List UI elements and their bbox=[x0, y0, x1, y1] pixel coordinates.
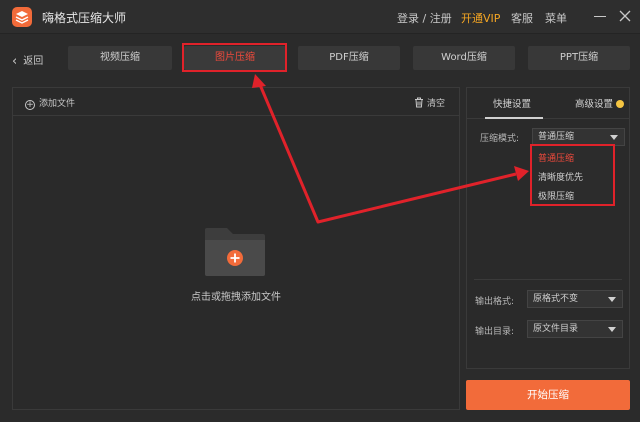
chevron-left-icon: ‹ bbox=[12, 54, 18, 69]
mode-select-value: 普通压缩 bbox=[538, 132, 575, 142]
caret-down-icon bbox=[610, 135, 618, 140]
drop-hint-text: 点击或拖拽添加文件 bbox=[191, 292, 281, 303]
vip-badge-icon bbox=[616, 100, 625, 108]
start-compress-button[interactable]: 开始压缩 bbox=[466, 380, 630, 410]
directory-label: 输出目录: bbox=[475, 327, 515, 337]
add-file-button[interactable]: + 添加文件 bbox=[25, 96, 75, 110]
file-drop-panel[interactable]: + 添加文件 清空 点击或拖拽添加文件 bbox=[12, 87, 460, 410]
file-panel-header: + 添加文件 清空 bbox=[13, 88, 459, 116]
dropdown-highlight-box bbox=[530, 144, 615, 206]
settings-divider bbox=[474, 279, 622, 280]
back-label: 返回 bbox=[23, 56, 44, 67]
add-folder-icon[interactable] bbox=[203, 226, 267, 278]
login-register-link[interactable]: 登录 / 注册 bbox=[397, 10, 452, 26]
caret-down-icon bbox=[608, 327, 616, 332]
title-bar: 嗨格式压缩大师 登录 / 注册 开通VIP 客服 菜单 bbox=[0, 0, 640, 34]
directory-select[interactable]: 原文件目录 bbox=[527, 320, 623, 338]
vip-link[interactable]: 开通VIP bbox=[461, 10, 500, 26]
back-button[interactable]: ‹ 返回 bbox=[12, 52, 43, 69]
format-label: 输出格式: bbox=[475, 297, 515, 307]
tab-ppt-compress[interactable]: PPT压缩 bbox=[528, 46, 630, 70]
clear-button[interactable]: 清空 bbox=[414, 96, 445, 109]
minimize-icon[interactable] bbox=[593, 9, 607, 23]
customer-service-link[interactable]: 客服 bbox=[511, 10, 533, 26]
advanced-settings-label: 高级设置 bbox=[575, 99, 614, 110]
mode-label: 压缩模式: bbox=[480, 134, 520, 144]
app-logo-icon bbox=[12, 7, 32, 27]
menu-link[interactable]: 菜单 bbox=[545, 10, 567, 26]
tab-highlight-box bbox=[182, 43, 287, 72]
tool-tab-bar: ‹ 返回 视频压缩 图片压缩 PDF压缩 Word压缩 PPT压缩 bbox=[0, 36, 640, 80]
add-file-label: 添加文件 bbox=[39, 99, 76, 109]
trash-icon bbox=[414, 97, 423, 108]
tab-advanced-settings[interactable]: 高级设置 bbox=[575, 96, 625, 110]
tab-pdf-compress[interactable]: PDF压缩 bbox=[298, 46, 400, 70]
close-icon[interactable] bbox=[618, 9, 632, 23]
plus-circle-icon: + bbox=[25, 100, 35, 110]
clear-label: 清空 bbox=[426, 99, 445, 109]
tab-quick-settings[interactable]: 快捷设置 bbox=[493, 96, 531, 110]
app-title: 嗨格式压缩大师 bbox=[42, 11, 127, 25]
format-select-value: 原格式不变 bbox=[533, 294, 579, 304]
tab-video-compress[interactable]: 视频压缩 bbox=[68, 46, 172, 70]
directory-select-value: 原文件目录 bbox=[533, 324, 579, 334]
active-tab-underline bbox=[485, 117, 543, 119]
caret-down-icon bbox=[608, 297, 616, 302]
format-select[interactable]: 原格式不变 bbox=[527, 290, 623, 308]
tab-word-compress[interactable]: Word压缩 bbox=[413, 46, 515, 70]
